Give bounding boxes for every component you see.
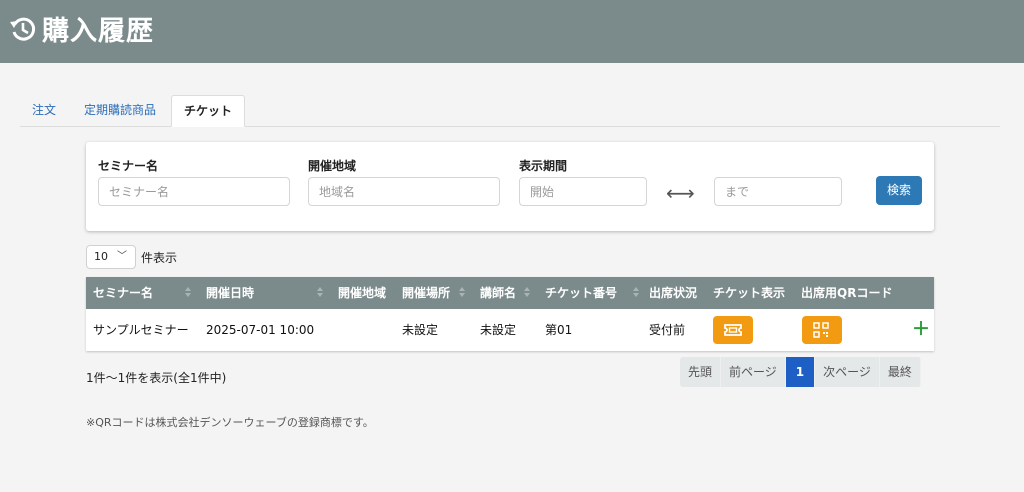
sort-icon[interactable]: [185, 287, 191, 298]
show-ticket-button[interactable]: [713, 316, 753, 344]
col-ticket-display: チケット表示: [713, 286, 786, 300]
cell-attendance: 受付前: [649, 323, 686, 337]
col-qr-code: 出席用QRコード: [801, 286, 893, 300]
expand-row-plus-icon[interactable]: ＋: [912, 321, 930, 339]
cell-ticket-number: 第01: [545, 323, 573, 337]
seminar-label: セミナー名: [98, 159, 159, 173]
history-icon: [10, 17, 36, 41]
period-label: 表示期間: [519, 159, 568, 173]
tickets-table: セミナー名 開催日時 開催地域 開催場所 講師名 チケット番号 出席状況 チケッ…: [86, 277, 934, 351]
col-attendance[interactable]: 出席状況: [649, 277, 697, 309]
cell-place: 未設定: [402, 323, 439, 337]
show-qr-code-button[interactable]: [802, 316, 842, 344]
table-info: 1件～1件を表示(全1件中): [86, 371, 227, 385]
region-label: 開催地域: [308, 159, 357, 173]
page-current-button[interactable]: 1: [785, 357, 816, 387]
qr-code-icon: [813, 322, 829, 338]
tab-tickets[interactable]: チケット: [171, 95, 246, 127]
page-last-button[interactable]: 最終: [879, 357, 921, 387]
search-button[interactable]: 検索: [876, 176, 922, 205]
page-length-value: 10: [94, 250, 108, 263]
page-header: 購入履歴: [0, 0, 1024, 63]
col-seminar[interactable]: セミナー名: [93, 277, 153, 309]
page-prev-button[interactable]: 前ページ: [721, 357, 786, 387]
col-place[interactable]: 開催場所: [402, 277, 450, 309]
table-header: セミナー名 開催日時 開催地域 開催場所 講師名 チケット番号 出席状況 チケッ…: [86, 277, 934, 309]
cell-datetime: 2025-07-01 10:00: [206, 323, 315, 337]
chevron-down-icon: ﹀: [117, 251, 127, 262]
col-datetime[interactable]: 開催日時: [206, 277, 254, 309]
page-length-select[interactable]: 10 ﹀: [86, 245, 136, 269]
search-filter-panel: セミナー名 開催地域 表示期間 ⟷ 検索: [86, 142, 934, 231]
region-input[interactable]: [308, 177, 500, 206]
tab-subscriptions[interactable]: 定期購読商品: [72, 95, 168, 127]
sort-icon[interactable]: [633, 287, 639, 298]
period-start-input[interactable]: [519, 177, 647, 206]
col-ticket-number[interactable]: チケット番号: [545, 277, 617, 309]
sort-icon[interactable]: [317, 287, 323, 298]
col-lecturer[interactable]: 講師名: [480, 277, 516, 309]
sort-icon[interactable]: [459, 287, 465, 298]
cell-seminar: サンプルセミナー: [93, 323, 189, 337]
page-title: 購入履歴: [42, 16, 154, 47]
period-end-input[interactable]: [714, 177, 842, 206]
seminar-name-input[interactable]: [98, 177, 290, 206]
range-arrow-icon: ⟷: [666, 181, 695, 205]
cell-lecturer: 未設定: [480, 323, 517, 337]
page-first-button[interactable]: 先頭: [680, 357, 722, 387]
ticket-icon: [724, 324, 742, 336]
tab-orders[interactable]: 注文: [20, 95, 68, 127]
pagination: 先頭 前ページ 1 次ページ 最終: [680, 357, 921, 387]
sort-icon[interactable]: [524, 287, 530, 298]
page-length-suffix: 件表示: [141, 250, 178, 265]
page-next-button[interactable]: 次ページ: [815, 357, 880, 387]
col-region[interactable]: 開催地域: [338, 277, 386, 309]
page-length-control: 10 ﹀ 件表示: [86, 245, 177, 269]
trademark-note: ※QRコードは株式会社デンソーウェーブの登録商標です。: [86, 416, 374, 429]
tab-bar: 注文 定期購読商品 チケット: [20, 95, 1000, 127]
